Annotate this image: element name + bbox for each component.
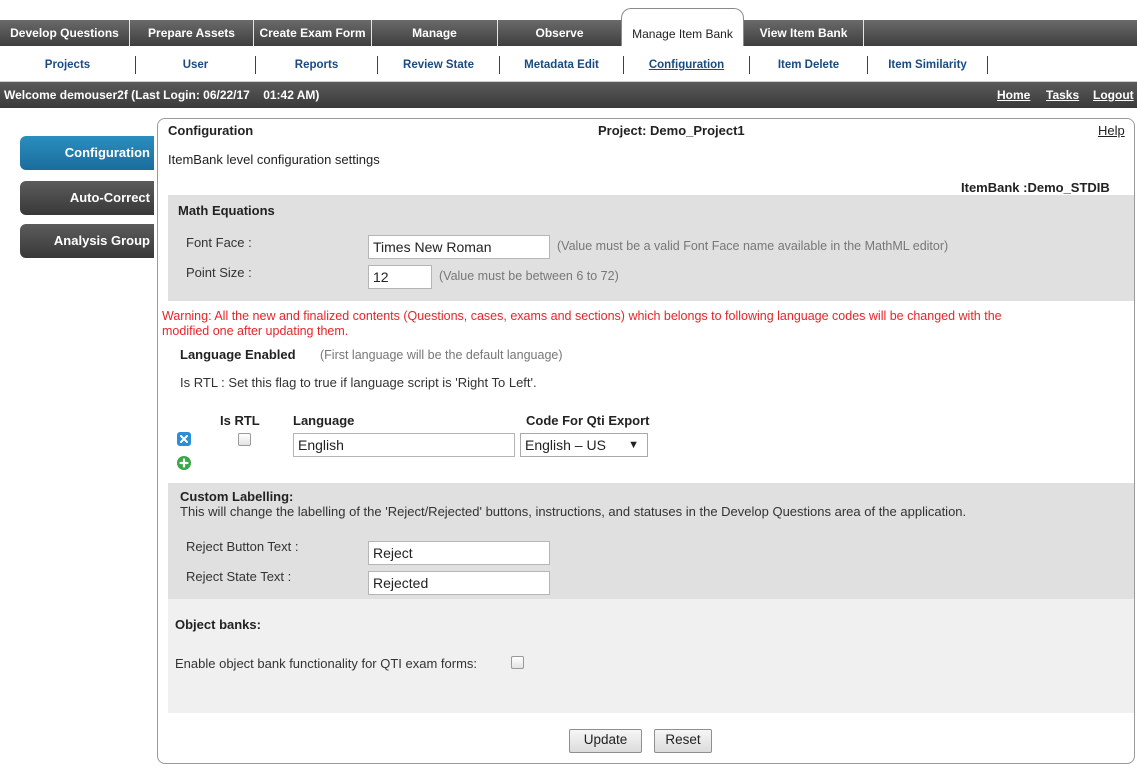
math-heading: Math Equations: [178, 203, 275, 218]
point-size-label: Point Size :: [186, 265, 252, 280]
side-item-auto-correct[interactable]: Auto-Correct: [20, 181, 154, 215]
tab-develop-questions[interactable]: Develop Questions: [0, 20, 130, 46]
rtl-note: Is RTL : Set this flag to true if langua…: [180, 375, 537, 390]
col-is-rtl: Is RTL: [220, 413, 260, 428]
config-panel: Configuration Project: Demo_Project1 Hel…: [157, 118, 1135, 764]
chevron-down-icon: ▼: [628, 439, 639, 451]
subtab-item-delete[interactable]: Item Delete: [750, 56, 868, 74]
home-link[interactable]: Home: [997, 82, 1030, 108]
logout-link[interactable]: Logout: [1093, 82, 1134, 108]
project-label: Project: Demo_Project1: [598, 123, 745, 138]
side-item-configuration[interactable]: Configuration: [20, 136, 154, 170]
reject-state-input[interactable]: Rejected: [368, 571, 550, 595]
tab-manage-item-bank[interactable]: Manage Item Bank: [621, 8, 744, 46]
object-banks-label: Enable object bank functionality for QTI…: [175, 656, 478, 671]
tab-view-item-bank[interactable]: View Item Bank: [744, 20, 864, 46]
subtab-item-similarity[interactable]: Item Similarity: [868, 56, 988, 74]
panel-title: Configuration: [168, 123, 254, 138]
sub-nav: Projects User Reports Review State Metad…: [0, 46, 1137, 82]
custom-labelling-section: Custom Labelling: This will change the l…: [168, 483, 1134, 599]
subtab-configuration[interactable]: Configuration: [624, 56, 750, 74]
font-face-label: Font Face :: [186, 235, 252, 250]
col-language: Language: [293, 413, 355, 428]
language-warning: Warning: All the new and finalized conte…: [162, 309, 1002, 339]
is-rtl-checkbox[interactable]: [238, 433, 251, 446]
language-enabled-hint: (First language will be the default lang…: [320, 348, 563, 362]
itembank-label: ItemBank :Demo_STDIB: [961, 180, 1110, 195]
subtab-metadata-edit[interactable]: Metadata Edit: [500, 56, 624, 74]
col-code-qti: Code For Qti Export: [526, 413, 650, 428]
side-item-analysis-group[interactable]: Analysis Group: [20, 224, 154, 258]
tasks-link[interactable]: Tasks: [1046, 82, 1079, 108]
object-banks-checkbox[interactable]: [511, 656, 524, 669]
top-nav: Develop Questions Prepare Assets Create …: [0, 0, 1137, 46]
font-face-input[interactable]: Times New Roman: [368, 235, 550, 259]
reset-button[interactable]: Reset: [654, 729, 712, 753]
subtab-review-state[interactable]: Review State: [378, 56, 500, 74]
tab-create-exam-form[interactable]: Create Exam Form: [254, 20, 372, 46]
object-banks-heading: Object banks:: [175, 617, 261, 632]
language-input[interactable]: English: [293, 433, 515, 457]
code-qti-selected: English – US: [525, 437, 606, 453]
custom-heading: Custom Labelling:: [180, 489, 294, 504]
reject-button-input[interactable]: Reject: [368, 541, 550, 565]
language-warning-line1: Warning: All the new and finalized conte…: [162, 309, 1002, 323]
subtab-user[interactable]: User: [136, 56, 256, 74]
add-language-icon[interactable]: [177, 456, 191, 470]
point-size-hint: (Value must be between 6 to 72): [439, 269, 619, 283]
help-link[interactable]: Help: [1098, 123, 1125, 138]
welcome-text: Welcome demouser2f (Last Login: 06/22/17…: [4, 88, 320, 102]
code-qti-select[interactable]: English – US ▼: [520, 433, 648, 457]
custom-desc: This will change the labelling of the 'R…: [180, 504, 967, 519]
subtab-projects[interactable]: Projects: [0, 56, 136, 74]
tab-manage[interactable]: Manage: [372, 20, 498, 46]
math-equations-section: Math Equations Font Face : Times New Rom…: [168, 195, 1134, 301]
object-banks-section: Object banks: Enable object bank functio…: [168, 599, 1134, 713]
welcome-bar: Welcome demouser2f (Last Login: 06/22/17…: [0, 82, 1137, 108]
reject-state-label: Reject State Text :: [186, 569, 292, 584]
tab-prepare-assets[interactable]: Prepare Assets: [130, 20, 254, 46]
subtab-reports[interactable]: Reports: [256, 56, 378, 74]
font-face-hint: (Value must be a valid Font Face name av…: [557, 239, 949, 253]
update-button[interactable]: Update: [569, 729, 642, 753]
panel-subtitle: ItemBank level configuration settings: [168, 152, 380, 167]
tab-observe[interactable]: Observe: [498, 20, 622, 46]
delete-language-icon[interactable]: [177, 432, 191, 446]
language-warning-line2: modified one after updating them.: [162, 324, 349, 338]
language-enabled-label: Language Enabled: [180, 347, 296, 362]
reject-button-label: Reject Button Text :: [186, 539, 299, 554]
language-section: Warning: All the new and finalized conte…: [162, 301, 1134, 475]
point-size-input[interactable]: 12: [368, 265, 432, 289]
